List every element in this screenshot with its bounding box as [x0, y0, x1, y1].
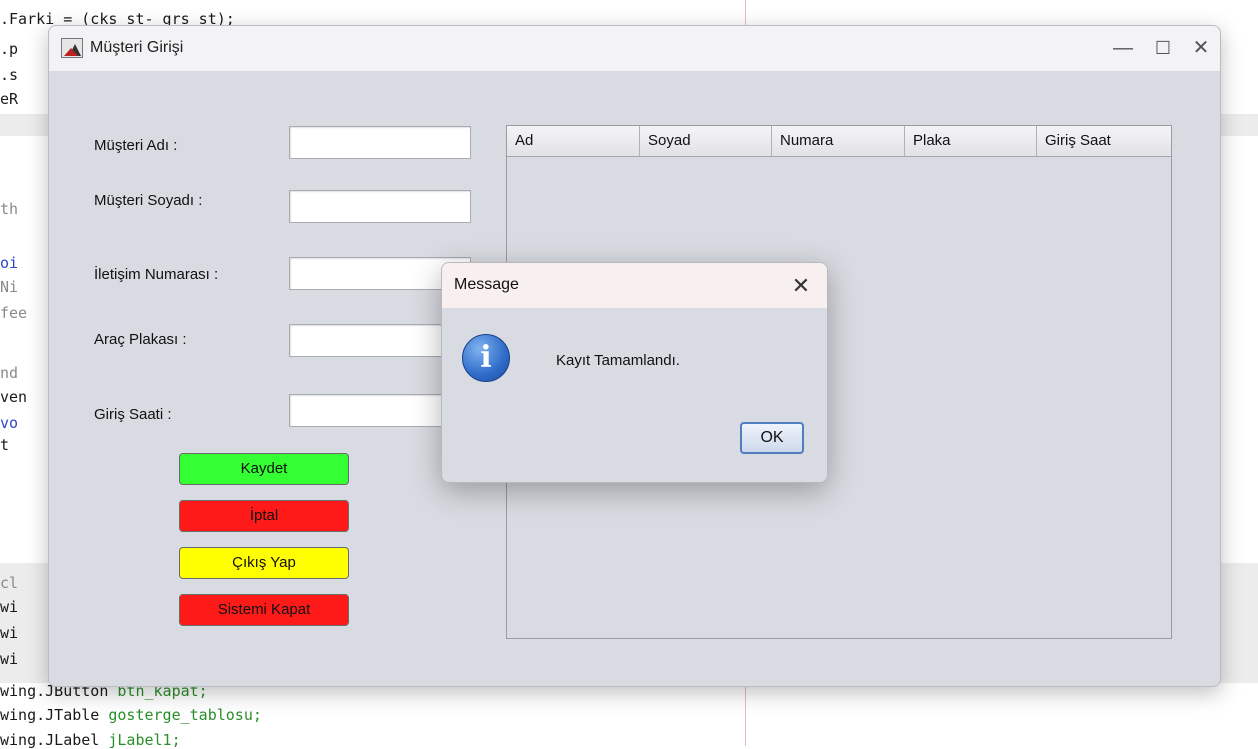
code-line: t — [0, 436, 10, 454]
phone-number-label: İletişim Numarası : — [94, 266, 219, 283]
code-line: .p — [0, 40, 19, 58]
cancel-button[interactable]: İptal — [179, 500, 349, 532]
column-header-surname[interactable]: Soyad — [640, 126, 772, 156]
code-line: wi — [0, 598, 19, 616]
column-header-number[interactable]: Numara — [772, 126, 905, 156]
plate-label: Araç Plakası : — [94, 331, 187, 348]
code-variable: jLabel1; — [108, 731, 181, 749]
customer-name-field[interactable] — [289, 126, 471, 159]
code-line: .s — [0, 66, 19, 84]
entry-time-label: Giriş Saati : — [94, 406, 172, 423]
close-button[interactable]: ✕ — [1186, 34, 1216, 62]
code-type: wing.JTable — [0, 706, 109, 724]
code-line: wing.JTable gosterge_tablosu; — [0, 706, 262, 724]
code-line: Ni — [0, 278, 19, 296]
code-type: wing.JLabel — [0, 731, 109, 749]
table-header: Ad Soyad Numara Plaka Giriş Saat — [507, 126, 1171, 157]
code-variable: gosterge_tablosu; — [108, 706, 262, 724]
maximize-button[interactable]: ☐ — [1148, 34, 1178, 62]
code-line: wi — [0, 650, 19, 668]
code-line: vo — [0, 414, 19, 432]
shutdown-button[interactable]: Sistemi Kapat — [179, 594, 349, 626]
ok-button[interactable]: OK — [740, 422, 804, 454]
code-line: wing.JLabel jLabel1; — [0, 731, 181, 749]
dialog-message: Kayıt Tamamlandı. — [556, 352, 680, 369]
minimize-button[interactable]: — — [1108, 34, 1138, 62]
message-dialog: Message ✕ i Kayıt Tamamlandı. OK — [441, 262, 828, 483]
code-line: nd — [0, 364, 19, 382]
code-line: eR — [0, 90, 19, 108]
dialog-close-button[interactable]: ✕ — [786, 271, 816, 301]
column-header-entry-time[interactable]: Giriş Saat — [1037, 126, 1171, 156]
code-line: ven — [0, 388, 28, 406]
code-line: cl — [0, 574, 19, 592]
logout-button[interactable]: Çıkış Yap — [179, 547, 349, 579]
info-icon: i — [462, 334, 510, 382]
window-titlebar[interactable]: Müşteri Girişi — ☐ ✕ — [49, 26, 1220, 71]
window-title: Müşteri Girişi — [90, 39, 184, 56]
customer-surname-label: Müşteri Soyadı : — [94, 192, 203, 209]
dialog-titlebar[interactable]: Message ✕ — [442, 263, 827, 308]
java-app-icon — [61, 38, 83, 58]
dialog-title: Message — [454, 276, 519, 293]
code-line: th — [0, 200, 19, 218]
customer-name-label: Müşteri Adı : — [94, 137, 178, 154]
save-button[interactable]: Kaydet — [179, 453, 349, 485]
code-line: wi — [0, 624, 19, 642]
code-line: oi — [0, 254, 19, 272]
column-header-plate[interactable]: Plaka — [905, 126, 1037, 156]
customer-surname-field[interactable] — [289, 190, 471, 223]
code-line: fee — [0, 304, 28, 322]
column-header-name[interactable]: Ad — [507, 126, 640, 156]
